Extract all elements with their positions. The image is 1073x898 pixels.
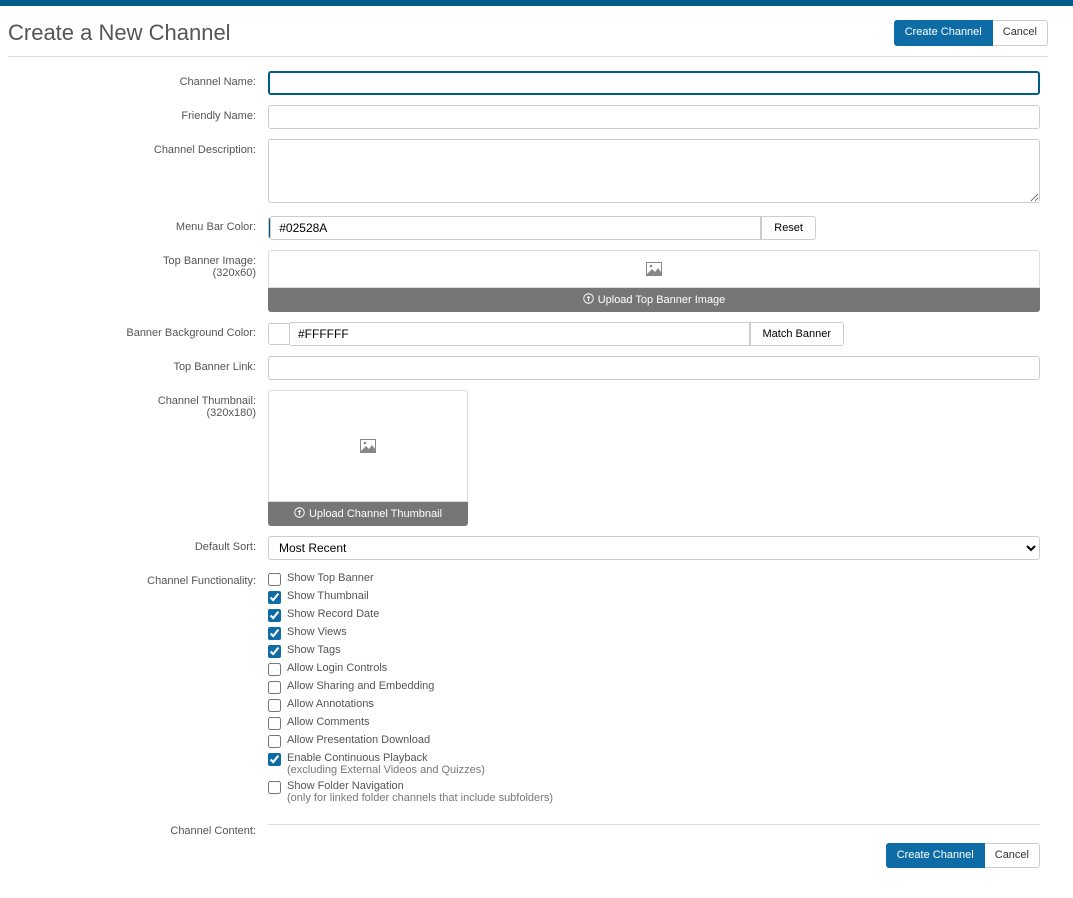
functionality-checkbox-row[interactable]: Show Views bbox=[268, 626, 1040, 640]
upload-channel-thumbnail-button[interactable]: Upload Channel Thumbnail bbox=[268, 502, 468, 526]
functionality-checkbox[interactable] bbox=[268, 663, 281, 676]
functionality-checkbox[interactable] bbox=[268, 573, 281, 586]
upload-icon bbox=[294, 507, 305, 521]
image-placeholder-icon bbox=[360, 439, 376, 453]
footer-button-group: Create Channel Cancel bbox=[886, 843, 1040, 868]
menu-bar-color-reset-button[interactable]: Reset bbox=[761, 216, 816, 240]
header-divider bbox=[8, 56, 1048, 57]
functionality-list: Show Top Banner Show Thumbnail Show Record… bbox=[268, 570, 1040, 804]
default-sort-label: Default Sort: bbox=[8, 536, 268, 553]
channel-thumbnail-label: Channel Thumbnail: (320x180) bbox=[8, 390, 268, 419]
channel-functionality-label: Channel Functionality: bbox=[8, 570, 268, 587]
functionality-label: Enable Continuous Playback(excluding Ext… bbox=[287, 752, 485, 776]
channel-thumbnail-label-sub: (320x180) bbox=[8, 407, 256, 419]
functionality-checkbox[interactable] bbox=[268, 645, 281, 658]
functionality-label: Show Top Banner bbox=[287, 572, 374, 584]
functionality-checkbox-row[interactable]: Show Folder Navigation(only for linked f… bbox=[268, 780, 1040, 804]
functionality-checkbox-row[interactable]: Show Record Date bbox=[268, 608, 1040, 622]
functionality-checkbox-row[interactable]: Show Tags bbox=[268, 644, 1040, 658]
channel-name-label: Channel Name: bbox=[8, 71, 268, 88]
image-placeholder-icon bbox=[646, 262, 662, 276]
functionality-checkbox-row[interactable]: Allow Comments bbox=[268, 716, 1040, 730]
top-banner-image-label-sub: (320x60) bbox=[8, 267, 256, 279]
functionality-sublabel: (only for linked folder channels that in… bbox=[287, 792, 553, 804]
functionality-label: Show Views bbox=[287, 626, 347, 638]
functionality-checkbox[interactable] bbox=[268, 717, 281, 730]
channel-thumbnail-preview bbox=[268, 390, 468, 502]
functionality-checkbox-row[interactable]: Enable Continuous Playback(excluding Ext… bbox=[268, 752, 1040, 776]
cancel-button-top[interactable]: Cancel bbox=[993, 20, 1048, 45]
header-button-group: Create Channel Cancel bbox=[894, 20, 1048, 45]
functionality-label: Show Thumbnail bbox=[287, 590, 369, 602]
functionality-checkbox-row[interactable]: Show Thumbnail bbox=[268, 590, 1040, 604]
upload-icon bbox=[583, 293, 594, 307]
functionality-checkbox-row[interactable]: Allow Login Controls bbox=[268, 662, 1040, 676]
functionality-checkbox-row[interactable]: Allow Sharing and Embedding bbox=[268, 680, 1040, 694]
functionality-label: Allow Annotations bbox=[287, 698, 374, 710]
channel-content-label: Channel Content: bbox=[8, 820, 268, 837]
functionality-checkbox[interactable] bbox=[268, 735, 281, 748]
functionality-checkbox[interactable] bbox=[268, 681, 281, 694]
top-banner-preview bbox=[268, 250, 1040, 288]
functionality-label: Allow Sharing and Embedding bbox=[287, 680, 434, 692]
top-banner-image-label-main: Top Banner Image: bbox=[163, 255, 256, 267]
channel-content-divider bbox=[268, 824, 1040, 825]
menu-bar-color-input[interactable] bbox=[271, 216, 761, 240]
functionality-label: Allow Presentation Download bbox=[287, 734, 430, 746]
top-banner-link-label: Top Banner Link: bbox=[8, 356, 268, 373]
channel-thumbnail-label-main: Channel Thumbnail: bbox=[158, 395, 256, 407]
functionality-label: Show Folder Navigation(only for linked f… bbox=[287, 780, 553, 804]
top-banner-link-input[interactable] bbox=[268, 356, 1040, 380]
functionality-label: Show Record Date bbox=[287, 608, 379, 620]
top-banner-image-label: Top Banner Image: (320x60) bbox=[8, 250, 268, 279]
banner-bg-color-input[interactable] bbox=[290, 322, 750, 346]
functionality-checkbox[interactable] bbox=[268, 781, 281, 794]
functionality-checkbox-row[interactable]: Allow Annotations bbox=[268, 698, 1040, 712]
functionality-checkbox[interactable] bbox=[268, 753, 281, 766]
upload-channel-thumbnail-label: Upload Channel Thumbnail bbox=[309, 508, 442, 520]
page-title: Create a New Channel bbox=[8, 20, 231, 46]
functionality-checkbox[interactable] bbox=[268, 609, 281, 622]
channel-description-input[interactable] bbox=[268, 139, 1040, 203]
friendly-name-label: Friendly Name: bbox=[8, 105, 268, 122]
menu-bar-color-label: Menu Bar Color: bbox=[8, 216, 268, 233]
functionality-sublabel: (excluding External Videos and Quizzes) bbox=[287, 764, 485, 776]
channel-name-input[interactable] bbox=[268, 71, 1040, 95]
banner-bg-color-swatch[interactable] bbox=[268, 323, 290, 345]
banner-bg-color-label: Banner Background Color: bbox=[8, 322, 268, 339]
friendly-name-input[interactable] bbox=[268, 105, 1040, 129]
create-channel-button-bottom[interactable]: Create Channel bbox=[886, 843, 985, 868]
functionality-checkbox[interactable] bbox=[268, 627, 281, 640]
functionality-label: Allow Comments bbox=[287, 716, 370, 728]
functionality-checkbox-row[interactable]: Allow Presentation Download bbox=[268, 734, 1040, 748]
channel-description-label: Channel Description: bbox=[8, 139, 268, 156]
functionality-checkbox-row[interactable]: Show Top Banner bbox=[268, 572, 1040, 586]
functionality-label: Allow Login Controls bbox=[287, 662, 387, 674]
match-banner-button[interactable]: Match Banner bbox=[750, 322, 844, 346]
functionality-checkbox[interactable] bbox=[268, 591, 281, 604]
functionality-checkbox[interactable] bbox=[268, 699, 281, 712]
upload-top-banner-label: Upload Top Banner Image bbox=[598, 294, 726, 306]
create-channel-button-top[interactable]: Create Channel bbox=[894, 20, 993, 45]
cancel-button-bottom[interactable]: Cancel bbox=[985, 843, 1040, 868]
upload-top-banner-button[interactable]: Upload Top Banner Image bbox=[268, 288, 1040, 312]
functionality-label: Show Tags bbox=[287, 644, 341, 656]
default-sort-select[interactable]: Most Recent bbox=[268, 536, 1040, 560]
